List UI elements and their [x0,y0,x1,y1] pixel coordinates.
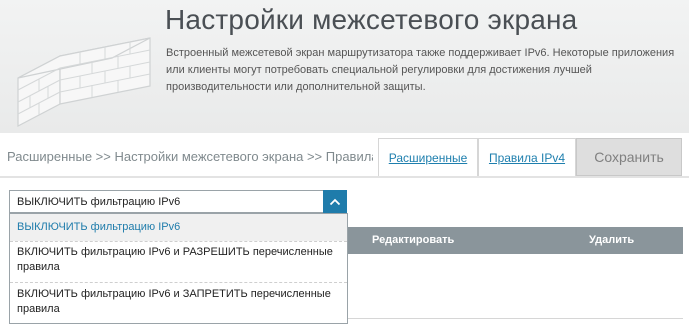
breadcrumb: Расширенные >> Настройки межсетевого экр… [7,149,373,164]
page-header: Настройки межсетевого экрана Встроенный … [0,0,689,133]
ipv6-filter-select[interactable]: ВЫКЛЮЧИТЬ фильтрацию IPv6 [9,190,347,213]
toolbar: Расширенные >> Настройки межсетевого экр… [0,138,689,176]
dropdown-option-enable-allow[interactable]: ВКЛЮЧИТЬ фильтрацию IPv6 и РАЗРЕШИТЬ пер… [10,245,347,281]
column-header-delete: Удалить [589,234,635,246]
chevron-up-icon[interactable] [323,190,347,213]
toolbar-divider [0,176,689,178]
tab-ipv4-rules[interactable]: Правила IPv4 [478,138,576,176]
dropdown-option-enable-deny[interactable]: ВКЛЮЧИТЬ фильтрацию IPv6 и ЗАПРЕТИТЬ пер… [10,287,347,323]
brick-wall-icon [17,37,151,127]
option-divider [10,282,347,283]
page-description: Встроенный межсетевой экран маршрутизато… [166,47,675,93]
ipv6-filter-selected-value: ВЫКЛЮЧИТЬ фильтрацию IPv6 [17,195,181,208]
table-bottom-border [347,318,683,319]
rules-table-header: Редактировать Удалить [347,227,683,254]
page-title: Настройки межсетевого экрана [165,4,578,35]
option-divider [10,241,347,242]
ipv6-filter-dropdown: ВЫКЛЮЧИТЬ фильтрацию IPv6 ВКЛЮЧИТЬ фильт… [9,213,348,324]
dropdown-option-disable[interactable]: ВЫКЛЮЧИТЬ фильтрацию IPv6 [10,214,347,241]
tab-advanced[interactable]: Расширенные [378,138,478,176]
save-button[interactable]: Сохранить [576,138,682,176]
column-header-edit: Редактировать [372,234,455,246]
